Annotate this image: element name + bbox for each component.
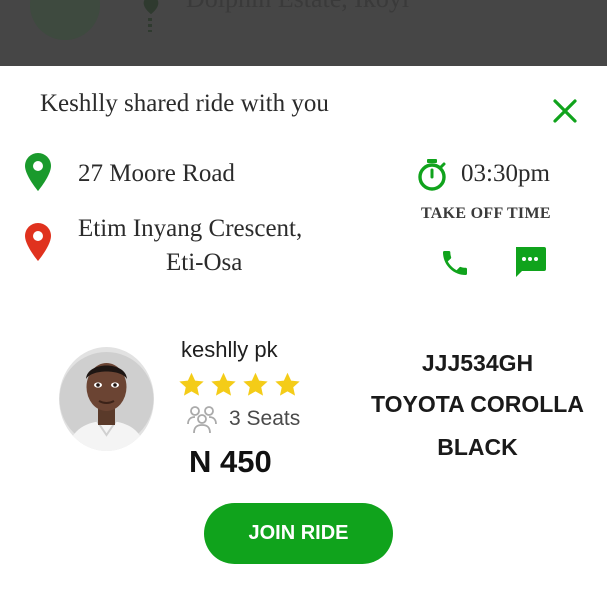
takeoff-time: 03:30pm	[461, 160, 550, 187]
route-dots	[148, 18, 152, 32]
close-icon[interactable]	[549, 95, 581, 127]
dropoff-address: Etim Inyang Crescent, Eti-Osa	[78, 212, 378, 280]
chat-icon[interactable]	[512, 244, 548, 280]
driver-rating	[178, 371, 301, 398]
pickup-pin-icon	[25, 153, 51, 191]
dropoff-line-1: Etim Inyang Crescent,	[78, 215, 303, 242]
star-icon	[275, 372, 300, 396]
takeoff-label: TAKE OFF TIME	[421, 205, 551, 222]
join-ride-button[interactable]: JOIN RIDE	[204, 503, 393, 564]
driver-name: keshlly pk	[181, 337, 278, 362]
map-blob	[30, 0, 100, 40]
ride-share-sheet: Keshlly shared ride with you 27 Moore Ro…	[0, 66, 607, 607]
stopwatch-icon	[418, 159, 446, 191]
phone-icon[interactable]	[439, 247, 471, 279]
star-icon	[179, 372, 204, 396]
pickup-address: 27 Moore Road	[78, 160, 235, 187]
vehicle-color: BLACK	[437, 434, 518, 460]
map-backdrop: Dolphin Estate, Ikoyi	[0, 0, 607, 66]
map-pin-icon	[143, 0, 159, 15]
ride-price: N 450	[189, 444, 272, 479]
sheet-title: Keshlly shared ride with you	[40, 90, 329, 117]
faded-address: Dolphin Estate, Ikoyi	[186, 0, 409, 14]
vehicle-model: TOYOTA COROLLA	[371, 391, 584, 417]
people-icon	[187, 406, 217, 434]
star-icon	[243, 372, 268, 396]
vehicle-plate: JJJ534GH	[421, 350, 534, 376]
dropoff-line-2: Eti-Osa	[166, 249, 243, 276]
seat-count: 3 Seats	[229, 407, 301, 430]
driver-avatar	[59, 347, 154, 451]
dropoff-pin-icon	[25, 223, 51, 261]
star-icon	[211, 372, 236, 396]
